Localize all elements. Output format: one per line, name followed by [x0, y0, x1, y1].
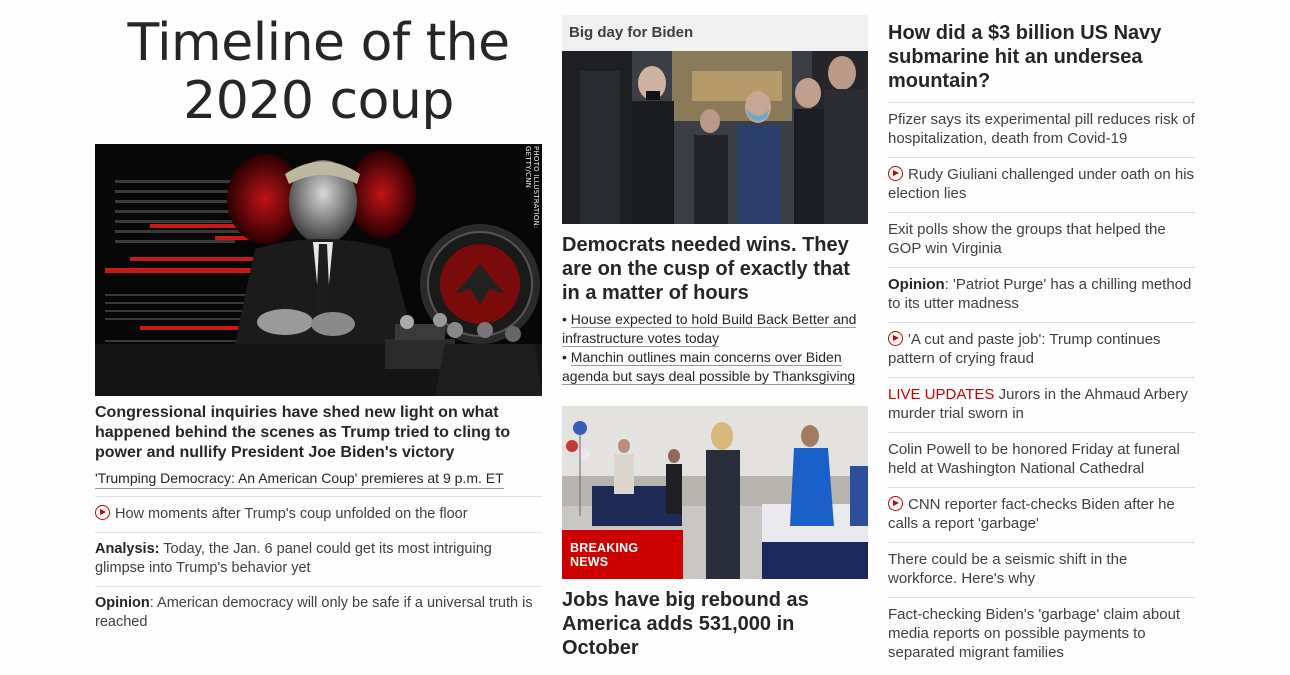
play-icon — [95, 505, 110, 520]
list-item-link[interactable]: 'A cut and paste job': Trump continues p… — [888, 331, 1161, 367]
play-icon — [888, 166, 903, 181]
list-item-link[interactable]: Fact-checking Biden's 'garbage' claim ab… — [888, 606, 1180, 661]
navy-headline[interactable]: How did a $3 billion US Navy submarine h… — [888, 21, 1195, 102]
lead-image[interactable]: PHOTO ILLUSTRATION: GETTY/CNN — [95, 144, 542, 396]
bullet-link[interactable]: House expected to hold Build Back Better… — [562, 311, 857, 347]
opinion-label: Opinion — [888, 276, 945, 293]
play-icon — [888, 496, 903, 511]
biden-photo[interactable] — [562, 51, 868, 224]
analysis-label: Analysis: — [95, 541, 160, 557]
democrats-headline[interactable]: Democrats needed wins. They are on the c… — [562, 233, 868, 305]
image-credit: PHOTO ILLUSTRATION: GETTY/CNN — [524, 146, 540, 229]
live-updates-label: LIVE UPDATES — [888, 386, 995, 403]
list-item-link[interactable]: Rudy Giuliani challenged under oath on h… — [888, 166, 1194, 202]
list-item[interactable]: Opinion: American democracy will only be… — [95, 586, 542, 640]
list-item[interactable]: Fact-checking Biden's 'garbage' claim ab… — [888, 597, 1195, 671]
lead-column: Timeline of the 2020 coup PHOTO ILLUSTRA… — [95, 14, 542, 640]
list-item-link[interactable]: Colin Powell to be honored Friday at fun… — [888, 441, 1180, 477]
jobs-photo[interactable]: BREAKING NEWS — [562, 406, 868, 579]
list-item[interactable]: 'A cut and paste job': Trump continues p… — [888, 322, 1195, 377]
bullet-item[interactable]: • Manchin outlines main concerns over Bi… — [562, 348, 868, 386]
list-item[interactable]: Rudy Giuliani challenged under oath on h… — [888, 157, 1195, 212]
list-item[interactable]: Exit polls show the groups that helped t… — [888, 212, 1195, 267]
list-item[interactable]: LIVE UPDATES Jurors in the Ahmaud Arbery… — [888, 377, 1195, 432]
democrats-bullets: • House expected to hold Build Back Bett… — [562, 310, 868, 386]
breaking-news-badge: BREAKING NEWS — [562, 530, 683, 579]
lead-caption[interactable]: Congressional inquiries have shed new li… — [95, 403, 542, 463]
list-item[interactable]: How moments after Trump's coup unfolded … — [95, 496, 542, 532]
premiere-link[interactable]: 'Trumping Democracy: An American Coup' p… — [95, 469, 504, 489]
list-item-link[interactable]: There could be a seismic shift in the wo… — [888, 551, 1127, 587]
list-item-link[interactable]: Exit polls show the groups that helped t… — [888, 221, 1166, 257]
list-item[interactable]: CNN reporter fact-checks Biden after he … — [888, 487, 1195, 542]
list-item-link[interactable]: How moments after Trump's coup unfolded … — [115, 506, 468, 522]
list-item[interactable]: Colin Powell to be honored Friday at fun… — [888, 432, 1195, 487]
list-item-link[interactable]: CNN reporter fact-checks Biden after he … — [888, 496, 1175, 532]
right-column: How did a $3 billion US Navy submarine h… — [888, 21, 1195, 671]
play-icon — [888, 331, 903, 346]
lead-related-list: How moments after Trump's coup unfolded … — [95, 496, 542, 640]
list-item[interactable]: Pfizer says its experimental pill reduce… — [888, 102, 1195, 157]
lead-image-illustration — [95, 144, 542, 396]
list-item-link[interactable]: : American democracy will only be safe i… — [95, 595, 533, 630]
list-item[interactable]: There could be a seismic shift in the wo… — [888, 542, 1195, 597]
middle-column: Big day for Biden Democrats needed wins.… — [562, 15, 868, 659]
list-item[interactable]: Analysis: Today, the Jan. 6 panel could … — [95, 532, 542, 586]
opinion-label: Opinion — [95, 595, 150, 611]
jobs-headline[interactable]: Jobs have big rebound as America adds 53… — [562, 588, 868, 660]
bullet-item[interactable]: • House expected to hold Build Back Bett… — [562, 310, 868, 348]
section-title: Big day for Biden — [562, 15, 868, 51]
lead-headline[interactable]: Timeline of the 2020 coup — [95, 14, 542, 130]
list-item[interactable]: Opinion: 'Patriot Purge' has a chilling … — [888, 267, 1195, 322]
headline-list: Pfizer says its experimental pill reduce… — [888, 102, 1195, 671]
biden-photo-illustration — [562, 51, 868, 224]
bullet-link[interactable]: Manchin outlines main concerns over Bide… — [562, 349, 856, 385]
list-item-link[interactable]: Pfizer says its experimental pill reduce… — [888, 111, 1195, 147]
